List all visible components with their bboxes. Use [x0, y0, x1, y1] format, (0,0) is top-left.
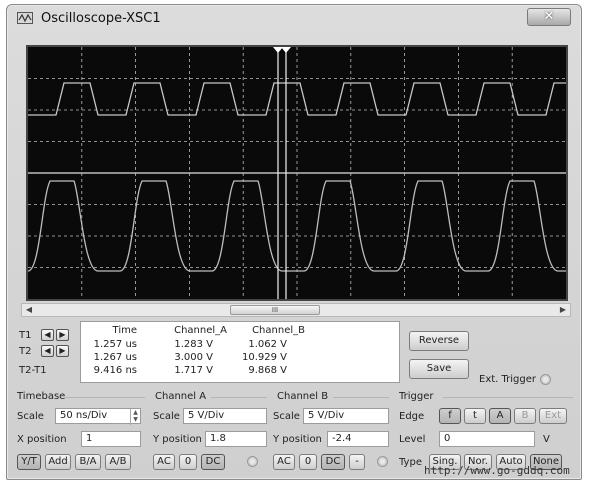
- t2-t1-label: T2-T1: [19, 365, 47, 376]
- trigger-source-b-button[interactable]: B: [514, 408, 536, 424]
- mode-ab-button[interactable]: A/B: [105, 454, 131, 470]
- channel-a-scale-label: Scale: [153, 411, 180, 422]
- close-icon: ✕: [543, 9, 555, 24]
- header-channel-b: Channel_B: [252, 325, 305, 336]
- channel-b-ypos-label: Y position: [273, 434, 322, 445]
- timebase-scale-spinner[interactable]: ▲ ▼: [130, 409, 140, 425]
- timebase-title: Timebase: [17, 391, 66, 402]
- channel-b-divider: [333, 397, 389, 398]
- channel-b-scale-label: Scale: [273, 411, 300, 422]
- t2-label: T2: [19, 346, 32, 357]
- arrow-right-icon: ▶: [59, 330, 66, 339]
- trigger-type-label: Type: [399, 457, 422, 468]
- t2-channel-b: 10.929 V: [241, 352, 287, 363]
- reverse-button[interactable]: Reverse: [409, 331, 469, 351]
- cursor-t1-handle: [273, 47, 283, 53]
- delta-time: 9.416 ns: [93, 365, 137, 376]
- channel-a-ypos-label: Y position: [153, 434, 202, 445]
- t2-right-button[interactable]: ▶: [56, 345, 69, 357]
- scrollbar-thumb[interactable]: III: [230, 305, 320, 315]
- channel-a-scale-field[interactable]: 5 V/Div: [183, 408, 267, 424]
- timebase-divider: [65, 397, 145, 398]
- channel-b-scale-field[interactable]: 5 V/Div: [303, 408, 389, 424]
- oscilloscope-window: Oscilloscope-XSC1 ✕ ◀ III ▶ T1 ◀ ▶ T2 ◀ …: [6, 4, 582, 480]
- trigger-edge-label: Edge: [399, 411, 425, 422]
- channel-b-zero-button[interactable]: 0: [299, 454, 317, 470]
- scroll-left-icon[interactable]: ◀: [22, 304, 36, 316]
- t1-channel-a: 1.283 V: [174, 339, 213, 350]
- t2-time: 1.267 us: [93, 352, 137, 363]
- watermark-url: http://www.go-gddq.com: [424, 464, 570, 477]
- delta-channel-b: 9.868 V: [248, 365, 287, 376]
- channel-b-terminal-icon[interactable]: [377, 456, 388, 467]
- header-time: Time: [112, 325, 137, 336]
- channel-a-dc-button[interactable]: DC: [201, 454, 225, 470]
- trigger-title: Trigger: [399, 391, 434, 402]
- save-button[interactable]: Save: [409, 359, 469, 379]
- ext-trigger-label: Ext. Trigger: [479, 374, 537, 385]
- falling-edge-button[interactable]: t: [464, 408, 486, 424]
- cursor-t2-handle: [281, 47, 291, 53]
- mode-add-button[interactable]: Add: [45, 454, 71, 470]
- oscilloscope-app-icon: [17, 12, 33, 24]
- trigger-level-field[interactable]: 0: [439, 431, 535, 447]
- horizontal-scrollbar[interactable]: ◀ III ▶: [21, 303, 571, 317]
- scroll-right-icon[interactable]: ▶: [556, 304, 570, 316]
- rising-edge-icon: f: [448, 410, 452, 421]
- channel-a-divider: [211, 397, 267, 398]
- ext-trigger-terminal-icon[interactable]: [540, 374, 551, 385]
- timebase-scale-label: Scale: [17, 411, 44, 422]
- channel-b-title: Channel B: [277, 391, 329, 402]
- channel-b-ac-button[interactable]: AC: [273, 454, 295, 470]
- trigger-level-label: Level: [399, 434, 426, 445]
- delta-channel-a: 1.717 V: [174, 365, 213, 376]
- arrow-left-icon: ◀: [44, 346, 51, 355]
- falling-edge-icon: t: [473, 410, 477, 421]
- channel-b-invert-button[interactable]: -: [349, 454, 365, 470]
- window-title: Oscilloscope-XSC1: [41, 11, 161, 26]
- title-bar[interactable]: Oscilloscope-XSC1 ✕: [7, 5, 581, 31]
- channel-a-ac-button[interactable]: AC: [153, 454, 175, 470]
- channel-b-ypos-field[interactable]: -2.4: [327, 431, 389, 447]
- waveform-display: [28, 47, 566, 299]
- mode-yt-button[interactable]: Y/T: [17, 454, 41, 470]
- t1-channel-b: 1.062 V: [248, 339, 287, 350]
- channel-a-title: Channel A: [155, 391, 207, 402]
- t1-label: T1: [19, 330, 32, 341]
- t2-left-button[interactable]: ◀: [41, 345, 54, 357]
- close-button[interactable]: ✕: [527, 8, 571, 26]
- timebase-scale-field[interactable]: 50 ns/Div ▲ ▼: [55, 408, 141, 425]
- channel-a-terminal-icon[interactable]: [247, 456, 258, 467]
- x-position-label: X position: [17, 434, 67, 445]
- trigger-level-unit: V: [543, 434, 550, 445]
- t1-time: 1.257 us: [93, 339, 137, 350]
- t1-left-button[interactable]: ◀: [41, 329, 54, 341]
- cursor-readout-table: Time Channel_A Channel_B 1.257 us 1.283 …: [80, 321, 400, 383]
- oscilloscope-screen[interactable]: [26, 45, 568, 301]
- timebase-scale-value: 50 ns/Div: [60, 410, 108, 421]
- t2-channel-a: 3.000 V: [174, 352, 213, 363]
- x-position-field[interactable]: 1: [81, 431, 141, 447]
- trigger-source-a-button[interactable]: A: [489, 408, 511, 424]
- t1-right-button[interactable]: ▶: [56, 329, 69, 341]
- arrow-right-icon: ▶: [59, 346, 66, 355]
- mode-ba-button[interactable]: B/A: [75, 454, 101, 470]
- rising-edge-button[interactable]: f: [439, 408, 461, 424]
- channel-b-dc-button[interactable]: DC: [321, 454, 345, 470]
- header-channel-a: Channel_A: [174, 325, 227, 336]
- channel-a-zero-button[interactable]: 0: [179, 454, 197, 470]
- arrow-left-icon: ◀: [44, 330, 51, 339]
- trigger-source-ext-button[interactable]: Ext: [539, 408, 567, 424]
- channel-a-ypos-field[interactable]: 1.8: [205, 431, 267, 447]
- trigger-divider: [443, 397, 573, 398]
